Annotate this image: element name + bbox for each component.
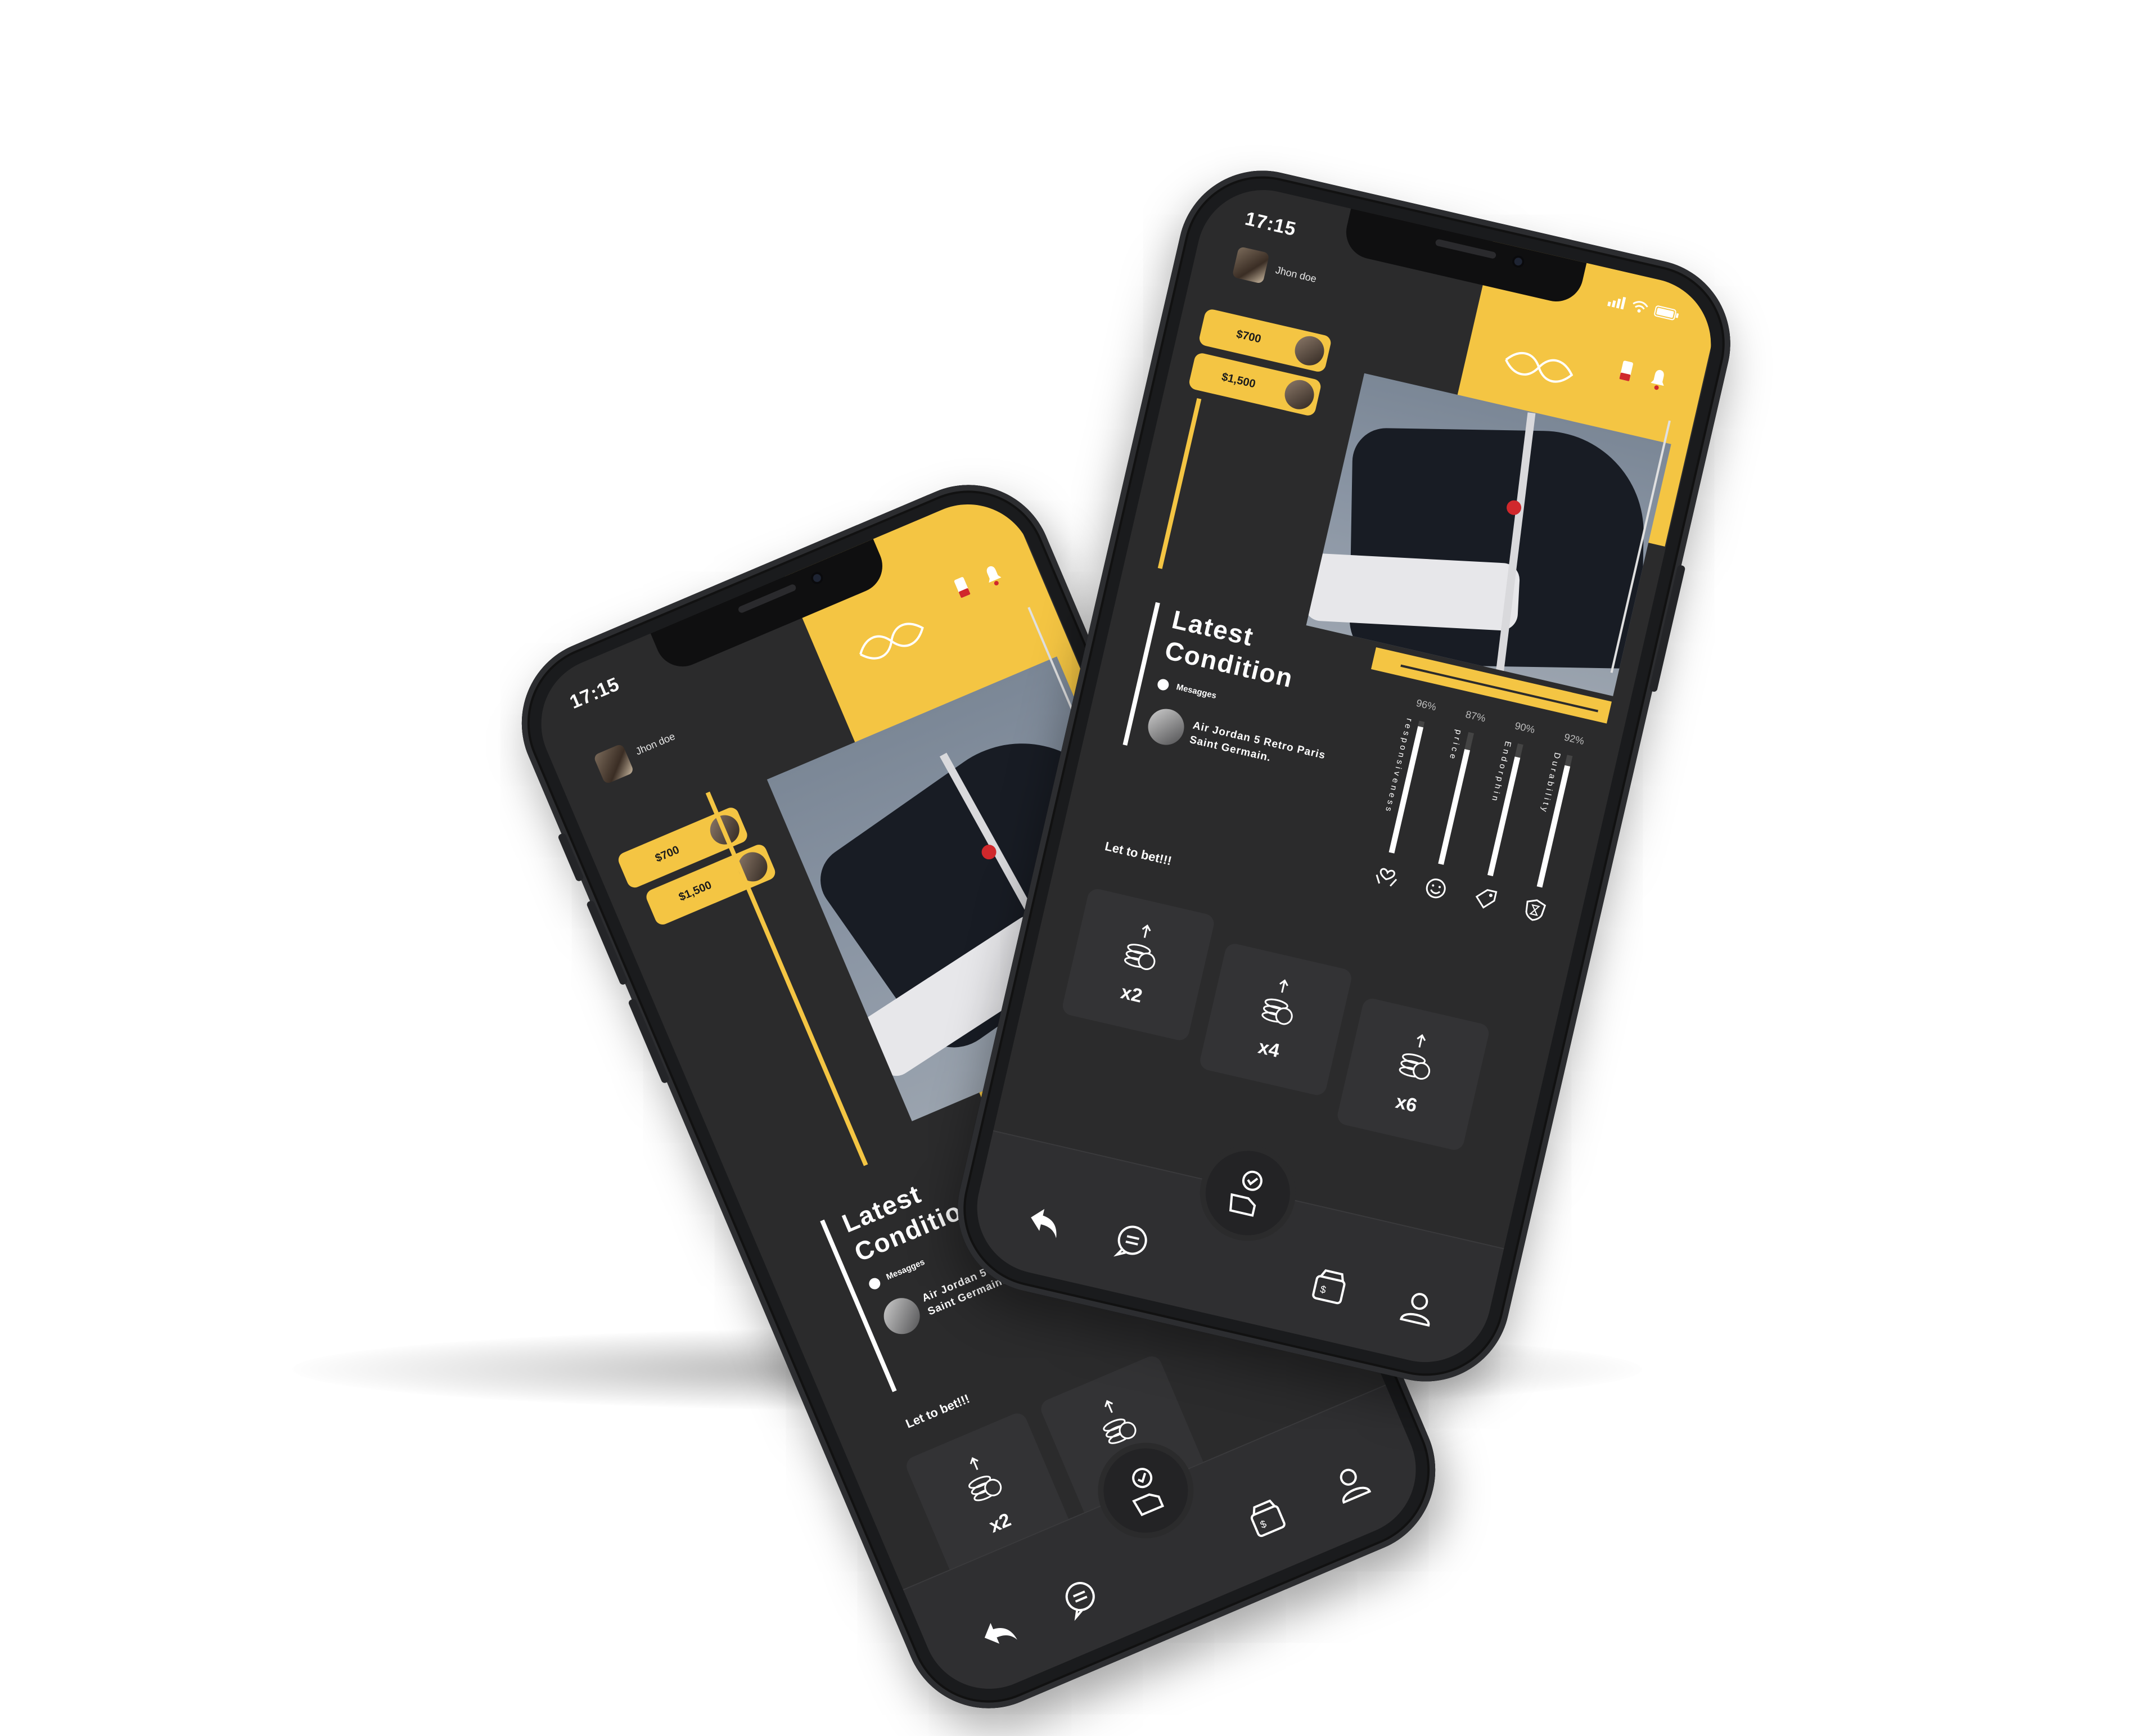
stats-panel: 96% responsiveness 87% price 90% Endorph… — [1360, 695, 1603, 937]
wallet-icon[interactable]: $ — [1242, 1492, 1294, 1544]
multiplier-label: x4 — [1256, 1036, 1282, 1062]
app-screen: 17:15 Jhon doe $700 $1,500 Latest Condit… — [964, 177, 1724, 1376]
coin-stack-icon — [1261, 979, 1293, 1025]
status-time: 17:15 — [1243, 208, 1299, 241]
stat-endorphin: 90% Endorphin — [1475, 717, 1548, 909]
product-name: Air Jordan 5 Retro Paris Saint Germain. — [1188, 719, 1327, 764]
smiley-icon — [1426, 878, 1446, 899]
bidder-avatar — [1292, 333, 1327, 368]
multiplier-label: x6 — [1394, 1091, 1419, 1117]
multiplier-tile[interactable]: x2 — [1061, 887, 1216, 1043]
status-time: 17:15 — [566, 673, 623, 714]
price-tag-icon — [1475, 889, 1498, 909]
messages-dot — [1156, 678, 1170, 692]
bet-amount: $700 — [1235, 327, 1263, 346]
bet-section-label: Let to bet!!! — [903, 1391, 972, 1431]
chat-icon[interactable] — [1055, 1572, 1107, 1624]
multiplier-label: x2 — [1119, 981, 1144, 1007]
approve-hand-icon — [1229, 1170, 1263, 1217]
hourglass-shield-icon — [1525, 899, 1547, 921]
svg-text:$: $ — [1319, 1283, 1327, 1296]
bet-amount: $1,500 — [1220, 370, 1257, 390]
approve-hand-icon — [1132, 1468, 1165, 1517]
multiplier-tile[interactable]: x4 — [1198, 941, 1354, 1097]
coin-stack-icon — [968, 1457, 1002, 1501]
wallet-icon[interactable]: $ — [1307, 1264, 1354, 1311]
stat-percent: 96% — [1415, 697, 1437, 713]
chat-icon[interactable] — [1108, 1218, 1156, 1265]
user-avatar[interactable] — [1232, 246, 1270, 284]
stat-durability: 92% Durability — [1525, 729, 1598, 921]
username: Jhon doe — [1274, 264, 1318, 285]
coin-stack-icon — [1124, 924, 1156, 970]
decor-rail — [1157, 398, 1202, 569]
hands-heart-icon — [1376, 868, 1397, 887]
notch — [1341, 208, 1587, 307]
multiplier-tile[interactable]: x6 — [1335, 996, 1491, 1152]
stat-percent: 92% — [1563, 731, 1586, 747]
bidder-avatar — [1282, 377, 1317, 412]
coin-stack-icon — [1399, 1034, 1431, 1080]
seller-avatar[interactable] — [1144, 705, 1188, 748]
back-arrow-icon[interactable] — [972, 1607, 1024, 1659]
messages-dot — [867, 1276, 882, 1291]
stat-price: 87% price — [1426, 706, 1499, 899]
phone-front: 17:15 Jhon doe $700 $1,500 Latest Condit… — [941, 154, 1747, 1399]
messages-link[interactable]: Mesagges — [885, 1257, 926, 1282]
stat-percent: 90% — [1513, 720, 1536, 736]
svg-text:$: $ — [1259, 1518, 1268, 1530]
back-arrow-icon[interactable] — [1021, 1197, 1068, 1244]
user-avatar[interactable] — [593, 743, 635, 785]
username: Jhon doe — [634, 731, 677, 757]
stat-responsiveness: 96% responsiveness — [1376, 695, 1449, 887]
bet-section-label: Let to bet!!! — [1103, 838, 1173, 868]
side-button — [557, 832, 585, 882]
profile-icon[interactable] — [1325, 1457, 1377, 1509]
stat-percent: 87% — [1464, 709, 1487, 724]
seller-avatar[interactable] — [878, 1292, 926, 1340]
coin-stack-icon — [1103, 1400, 1137, 1444]
messages-link[interactable]: Mesagges — [1175, 682, 1218, 701]
profile-icon[interactable] — [1395, 1284, 1442, 1331]
